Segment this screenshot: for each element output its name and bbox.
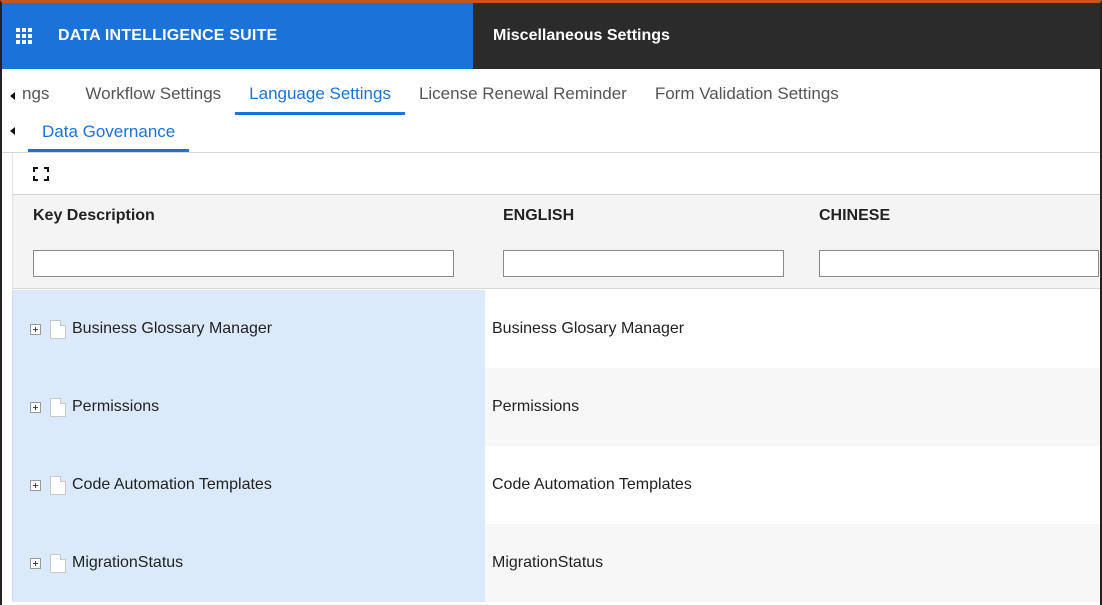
app-frame: DATA INTELLIGENCE SUITE Miscellaneous Se… — [0, 0, 1102, 605]
column-header-key-description[interactable]: Key Description — [33, 207, 155, 225]
key-cell[interactable]: Code Automation Templates — [12, 446, 485, 524]
column-header-chinese[interactable]: CHINESE — [819, 207, 890, 225]
key-label: Permissions — [72, 398, 160, 415]
expand-plus-icon[interactable] — [30, 479, 41, 491]
expand-plus-icon[interactable] — [30, 401, 41, 413]
key-cell[interactable]: Business Glossary Manager — [12, 290, 485, 368]
language-subtabs: Data Governance — [2, 115, 1100, 153]
tab-data-governance[interactable]: Data Governance — [28, 114, 190, 152]
english-cell[interactable]: Business Glosary Manager — [485, 290, 1100, 368]
table-row[interactable]: MigrationStatus MigrationStatus — [12, 524, 1100, 602]
key-label: Business Glossary Manager — [72, 320, 273, 337]
tab-form-validation-settings[interactable]: Form Validation Settings — [641, 69, 853, 115]
grid-body: Business Glossary Manager Business Glosa… — [12, 290, 1100, 602]
table-row[interactable]: Business Glossary Manager Business Glosa… — [12, 290, 1100, 368]
page-title: Miscellaneous Settings — [493, 27, 670, 44]
english-cell[interactable]: Permissions — [485, 368, 1100, 446]
tab-language-settings[interactable]: Language Settings — [235, 69, 405, 115]
document-icon — [50, 553, 66, 573]
app-launcher-icon[interactable] — [16, 28, 32, 44]
key-cell[interactable]: MigrationStatus — [12, 524, 485, 602]
table-row[interactable]: Permissions Permissions — [12, 368, 1100, 446]
expand-icon[interactable] — [33, 166, 49, 181]
grid-toolbar — [12, 153, 1100, 195]
document-icon — [50, 475, 66, 495]
caret-left-icon — [9, 92, 15, 100]
english-filter-input[interactable] — [503, 250, 784, 277]
brand-title: DATA INTELLIGENCE SUITE — [58, 27, 278, 44]
key-label: MigrationStatus — [72, 554, 184, 571]
table-row[interactable]: Code Automation Templates Code Automatio… — [12, 446, 1100, 524]
top-header: DATA INTELLIGENCE SUITE Miscellaneous Se… — [2, 3, 1100, 69]
page-header: Miscellaneous Settings — [473, 3, 1100, 69]
tab-workflow-settings[interactable]: Workflow Settings — [71, 69, 235, 115]
key-description-filter-input[interactable] — [33, 250, 454, 277]
key-label: Code Automation Templates — [72, 476, 272, 493]
tab-license-renewal-reminder[interactable]: License Renewal Reminder — [405, 69, 641, 115]
expand-plus-icon[interactable] — [30, 323, 41, 335]
column-header-english[interactable]: ENGLISH — [503, 207, 574, 225]
grid-header: Key Description ENGLISH CHINESE — [12, 195, 1100, 289]
expand-plus-icon[interactable] — [30, 557, 41, 569]
english-cell[interactable]: MigrationStatus — [485, 524, 1100, 602]
english-cell[interactable]: Code Automation Templates — [485, 446, 1100, 524]
chinese-filter-input[interactable] — [819, 250, 1099, 277]
brand-bar[interactable]: DATA INTELLIGENCE SUITE — [2, 3, 473, 69]
caret-left-icon — [9, 127, 15, 135]
key-cell[interactable]: Permissions — [12, 368, 485, 446]
document-icon — [50, 319, 66, 339]
document-icon — [50, 397, 66, 417]
tab-partial-settings[interactable]: ngs — [16, 69, 71, 115]
settings-tabs: ngs Workflow Settings Language Settings … — [2, 69, 1100, 115]
subtabs-scroll-left-button[interactable] — [2, 106, 16, 152]
